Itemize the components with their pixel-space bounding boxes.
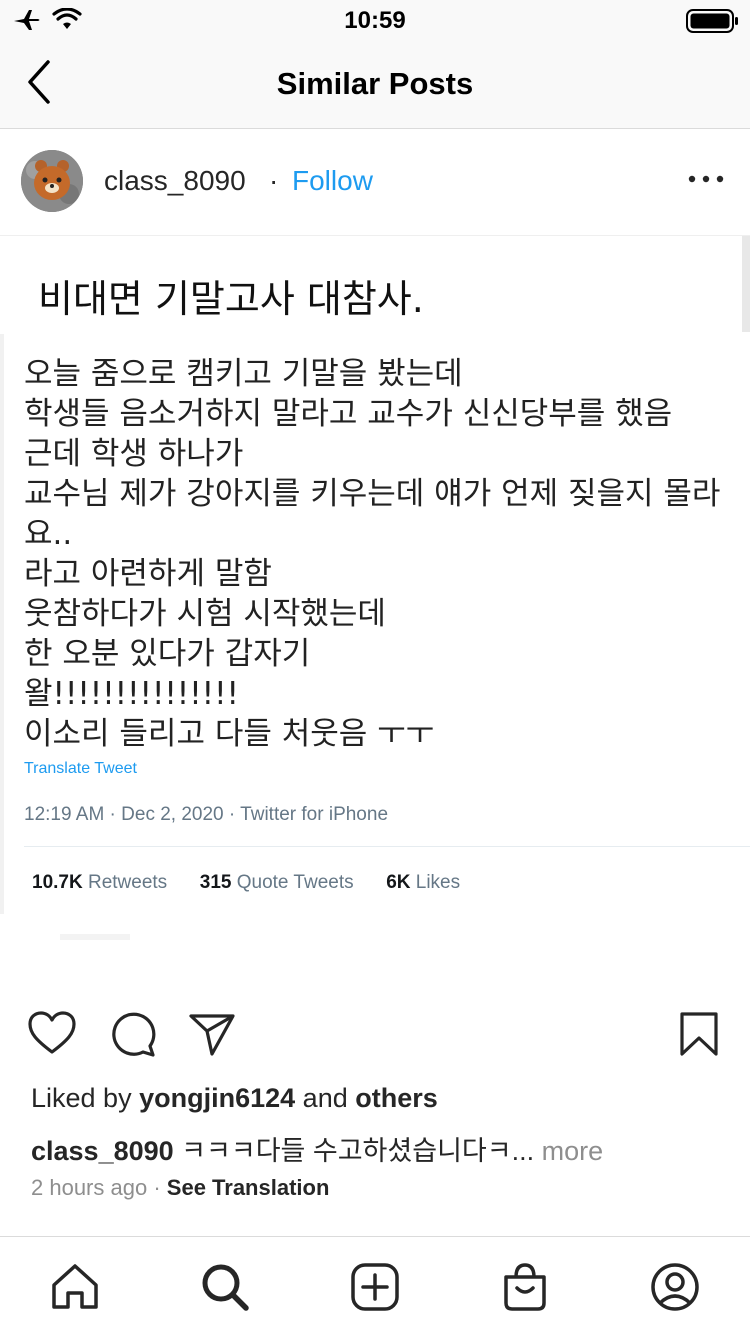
liked-by-and: and — [302, 1083, 348, 1113]
tab-home[interactable] — [49, 1261, 101, 1313]
tweet-line: 요.. — [24, 516, 73, 552]
divider — [24, 846, 750, 847]
post-image[interactable]: 비대면 기말고사 대참사. 오늘 줌으로 캠키고 기말을 봤는데 학생들 음소거… — [0, 236, 750, 996]
tab-profile[interactable] — [649, 1261, 701, 1313]
liked-by: Liked by yongjin6124 and others — [31, 1083, 438, 1114]
likes-label: Likes — [415, 872, 461, 893]
share-icon — [189, 1014, 235, 1056]
tweet-meta: 12:19 AM · Dec 2, 2020 · Twitter for iPh… — [24, 804, 389, 825]
home-icon — [52, 1264, 98, 1309]
more-horizontal-icon — [688, 175, 724, 183]
caption: class_8090 ㅋㅋㅋ다들 수고하셨습니다ㅋ... more — [31, 1129, 603, 1168]
liked-by-user[interactable]: yongjin6124 — [139, 1083, 295, 1113]
meta-separator: · — [153, 1175, 161, 1200]
caption-username[interactable]: class_8090 — [31, 1136, 174, 1166]
avatar[interactable] — [21, 150, 83, 212]
tweet-line: 오늘 줌으로 캠키고 기말을 봤는데 — [24, 356, 463, 392]
bear-avatar-icon — [21, 150, 83, 212]
tweet-line: 이소리 들리고 다들 처웃음 ㅜㅜ — [24, 716, 435, 752]
tweet-line: 왈!!!!!!!!!!!!!!! — [24, 676, 239, 712]
more-options-button[interactable] — [684, 165, 728, 193]
page-title: Similar Posts — [276, 66, 474, 101]
post-meta: 2 hours ago · See Translation — [31, 1175, 329, 1201]
tweet-line: 라고 아련하게 말함 — [24, 556, 272, 592]
follow-button[interactable]: Follow — [292, 165, 373, 197]
post-time: 2 hours ago — [31, 1175, 148, 1200]
status-time: 10:59 — [344, 7, 406, 34]
save-button[interactable] — [674, 1008, 726, 1060]
comment-button[interactable] — [106, 1008, 158, 1060]
likes-count: 6K — [386, 872, 411, 893]
tab-search[interactable] — [199, 1261, 251, 1313]
post-username[interactable]: class_8090 — [104, 165, 246, 197]
translate-tweet-link: Translate Tweet — [24, 760, 137, 777]
nav-bar: Similar Posts — [0, 40, 750, 129]
tweet-line: 근데 학생 하나가 — [24, 436, 244, 472]
tab-bar — [0, 1236, 750, 1335]
comment-icon — [112, 1012, 156, 1057]
share-button[interactable] — [186, 1008, 238, 1060]
image-title: 비대면 기말고사 대참사. — [38, 277, 424, 321]
profile-icon — [651, 1263, 699, 1311]
like-button[interactable] — [26, 1008, 78, 1060]
battery-icon — [686, 9, 738, 33]
caption-text: ㅋㅋㅋ다들 수고하셨습니다ㅋ... — [181, 1136, 535, 1166]
faint-text — [60, 934, 130, 940]
quotes-label: Quote Tweets — [236, 872, 354, 893]
add-post-icon — [351, 1263, 399, 1311]
tab-new-post[interactable] — [349, 1261, 401, 1313]
tweet-line: 웃참하다가 시험 시작했는데 — [24, 596, 386, 632]
caption-more-link[interactable]: more — [542, 1136, 604, 1166]
search-icon — [202, 1264, 249, 1311]
tweet-line: 교수님 제가 강아지를 키우는데 얘가 언제 짖을지 몰라 — [24, 476, 721, 512]
retweets-count: 10.7K — [32, 872, 83, 893]
tweet-body: 오늘 줌으로 캠키고 기말을 봤는데 학생들 음소거하지 말라고 교수가 신신당… — [24, 354, 750, 754]
retweets-label: Retweets — [87, 872, 168, 893]
heart-icon — [28, 1011, 76, 1054]
header-separator: · — [269, 165, 279, 196]
tweet-line: 한 오분 있다가 갑자기 — [24, 636, 311, 672]
image-edge — [742, 236, 750, 332]
liked-by-others[interactable]: others — [355, 1083, 438, 1113]
image-edge — [0, 334, 4, 914]
tweet-stats: 10.7K Retweets 315 Quote Tweets 6K Likes — [32, 872, 460, 894]
see-translation-link[interactable]: See Translation — [167, 1175, 330, 1200]
status-bar: 10:59 — [0, 0, 750, 40]
shop-icon — [504, 1263, 546, 1311]
tweet-line: 학생들 음소거하지 말라고 교수가 신신당부를 했음 — [24, 396, 673, 432]
post-header: class_8090 · Follow — [0, 129, 750, 236]
tab-shop[interactable] — [499, 1261, 551, 1313]
bookmark-icon — [680, 1012, 718, 1056]
liked-by-prefix: Liked by — [31, 1083, 132, 1113]
quotes-count: 315 — [199, 872, 232, 893]
